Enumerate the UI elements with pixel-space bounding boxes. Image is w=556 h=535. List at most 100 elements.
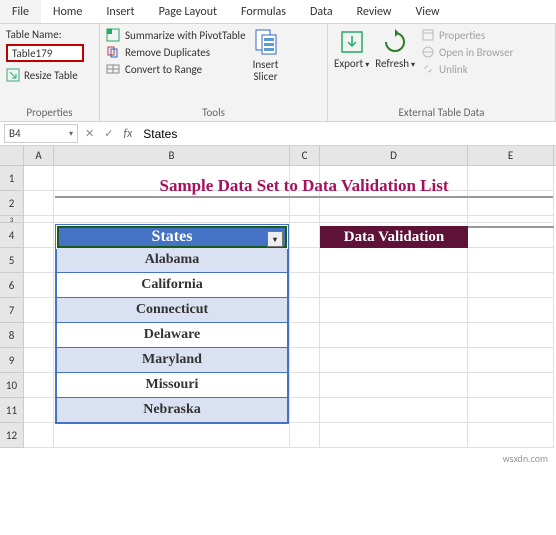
col-head-e[interactable]: E (468, 146, 554, 165)
cell[interactable] (290, 398, 320, 423)
table-header-cell[interactable]: States ▾ (57, 226, 287, 248)
menu-insert[interactable]: Insert (94, 0, 146, 23)
row-head-2[interactable]: 2 (0, 191, 24, 216)
cell[interactable] (24, 216, 54, 223)
cell[interactable] (290, 323, 320, 348)
formula-input[interactable] (137, 125, 556, 143)
column-headers: A B C D E (0, 146, 556, 166)
summarize-pivot-button[interactable]: Summarize with PivotTable (106, 28, 246, 42)
table-row[interactable]: Nebraska (57, 398, 287, 423)
cell[interactable] (24, 166, 54, 191)
cancel-formula-button[interactable]: ✕ (80, 127, 99, 140)
menu-page-layout[interactable]: Page Layout (147, 0, 229, 23)
table-name-input[interactable]: Table179 (6, 44, 84, 62)
open-browser-button[interactable]: Open in Browser (421, 45, 513, 59)
enter-formula-button[interactable]: ✓ (99, 127, 118, 140)
row-head-1[interactable]: 1 (0, 166, 24, 191)
cell[interactable] (24, 191, 54, 216)
name-box[interactable]: B4 ▾ (4, 124, 78, 143)
cell[interactable] (24, 323, 54, 348)
refresh-button[interactable]: Refresh▾ (375, 28, 415, 76)
cell[interactable] (290, 348, 320, 373)
data-validation-cell[interactable] (468, 226, 554, 248)
cell[interactable] (468, 273, 554, 298)
cell[interactable] (290, 273, 320, 298)
col-head-c[interactable]: C (290, 146, 320, 165)
insert-slicer-button[interactable]: InsertSlicer (252, 28, 280, 83)
row-head-4[interactable]: 4 (0, 223, 24, 248)
filter-dropdown-button[interactable]: ▾ (267, 231, 283, 247)
row-head-10[interactable]: 10 (0, 373, 24, 398)
menu-view[interactable]: View (404, 0, 452, 23)
fx-icon[interactable]: fx (118, 127, 137, 141)
menu-file[interactable]: File (0, 0, 41, 23)
col-head-b[interactable]: B (54, 146, 290, 165)
export-label: Export (334, 57, 363, 70)
table-row[interactable]: Delaware (57, 323, 287, 348)
cell[interactable] (468, 216, 554, 223)
cell[interactable] (468, 423, 554, 448)
refresh-icon (381, 28, 409, 56)
cell[interactable] (320, 298, 468, 323)
cell[interactable] (320, 216, 468, 223)
menu-review[interactable]: Review (345, 0, 404, 23)
cell[interactable] (290, 423, 320, 448)
cell[interactable] (320, 323, 468, 348)
menu-formulas[interactable]: Formulas (229, 0, 298, 23)
export-button[interactable]: Export▾ (334, 28, 369, 76)
cell[interactable] (24, 223, 54, 248)
row-head-11[interactable]: 11 (0, 398, 24, 423)
cell[interactable] (54, 423, 290, 448)
row-head-7[interactable]: 7 (0, 298, 24, 323)
cell[interactable] (24, 423, 54, 448)
cell[interactable] (468, 248, 554, 273)
remove-duplicates-button[interactable]: Remove Duplicates (106, 45, 246, 59)
unlink-button[interactable]: Unlink (421, 62, 513, 76)
cell[interactable] (320, 373, 468, 398)
cell[interactable] (320, 423, 468, 448)
cell[interactable] (468, 398, 554, 423)
cell[interactable] (468, 298, 554, 323)
cell[interactable] (24, 373, 54, 398)
cell[interactable] (24, 348, 54, 373)
cell[interactable] (24, 248, 54, 273)
row-head-5[interactable]: 5 (0, 248, 24, 273)
col-head-d[interactable]: D (320, 146, 468, 165)
table-row[interactable]: Maryland (57, 348, 287, 373)
cell[interactable] (24, 273, 54, 298)
resize-table-button[interactable]: Resize Table (6, 68, 93, 82)
cell[interactable] (320, 248, 468, 273)
col-head-a[interactable]: A (24, 146, 54, 165)
worksheet-grid[interactable]: A B C D E 1 2 3 4 5 6 7 8 9 10 11 12 Sam… (0, 146, 556, 448)
table-row[interactable]: Missouri (57, 373, 287, 398)
cell[interactable] (290, 373, 320, 398)
cell[interactable] (468, 373, 554, 398)
cell[interactable] (54, 216, 290, 223)
menu-data[interactable]: Data (298, 0, 345, 23)
cell[interactable] (24, 398, 54, 423)
select-all-triangle[interactable] (0, 146, 24, 165)
cell[interactable] (468, 323, 554, 348)
cell[interactable] (320, 398, 468, 423)
table-row[interactable]: Alabama (57, 248, 287, 273)
cell[interactable] (290, 216, 320, 223)
menu-home[interactable]: Home (41, 0, 94, 23)
ext-properties-button[interactable]: Properties (421, 28, 513, 42)
cell[interactable] (290, 223, 320, 248)
cell[interactable] (290, 248, 320, 273)
cell[interactable] (468, 348, 554, 373)
slicer-label-1: Insert (253, 58, 279, 71)
cell[interactable] (320, 273, 468, 298)
convert-range-icon (106, 62, 120, 76)
table-row[interactable]: California (57, 273, 287, 298)
row-head-12[interactable]: 12 (0, 423, 24, 448)
row-head-9[interactable]: 9 (0, 348, 24, 373)
cell[interactable] (320, 348, 468, 373)
cell[interactable] (290, 298, 320, 323)
row-head-8[interactable]: 8 (0, 323, 24, 348)
table-row[interactable]: Connecticut (57, 298, 287, 323)
convert-range-button[interactable]: Convert to Range (106, 62, 246, 76)
row-head-3[interactable]: 3 (0, 216, 24, 223)
row-head-6[interactable]: 6 (0, 273, 24, 298)
cell[interactable] (24, 298, 54, 323)
